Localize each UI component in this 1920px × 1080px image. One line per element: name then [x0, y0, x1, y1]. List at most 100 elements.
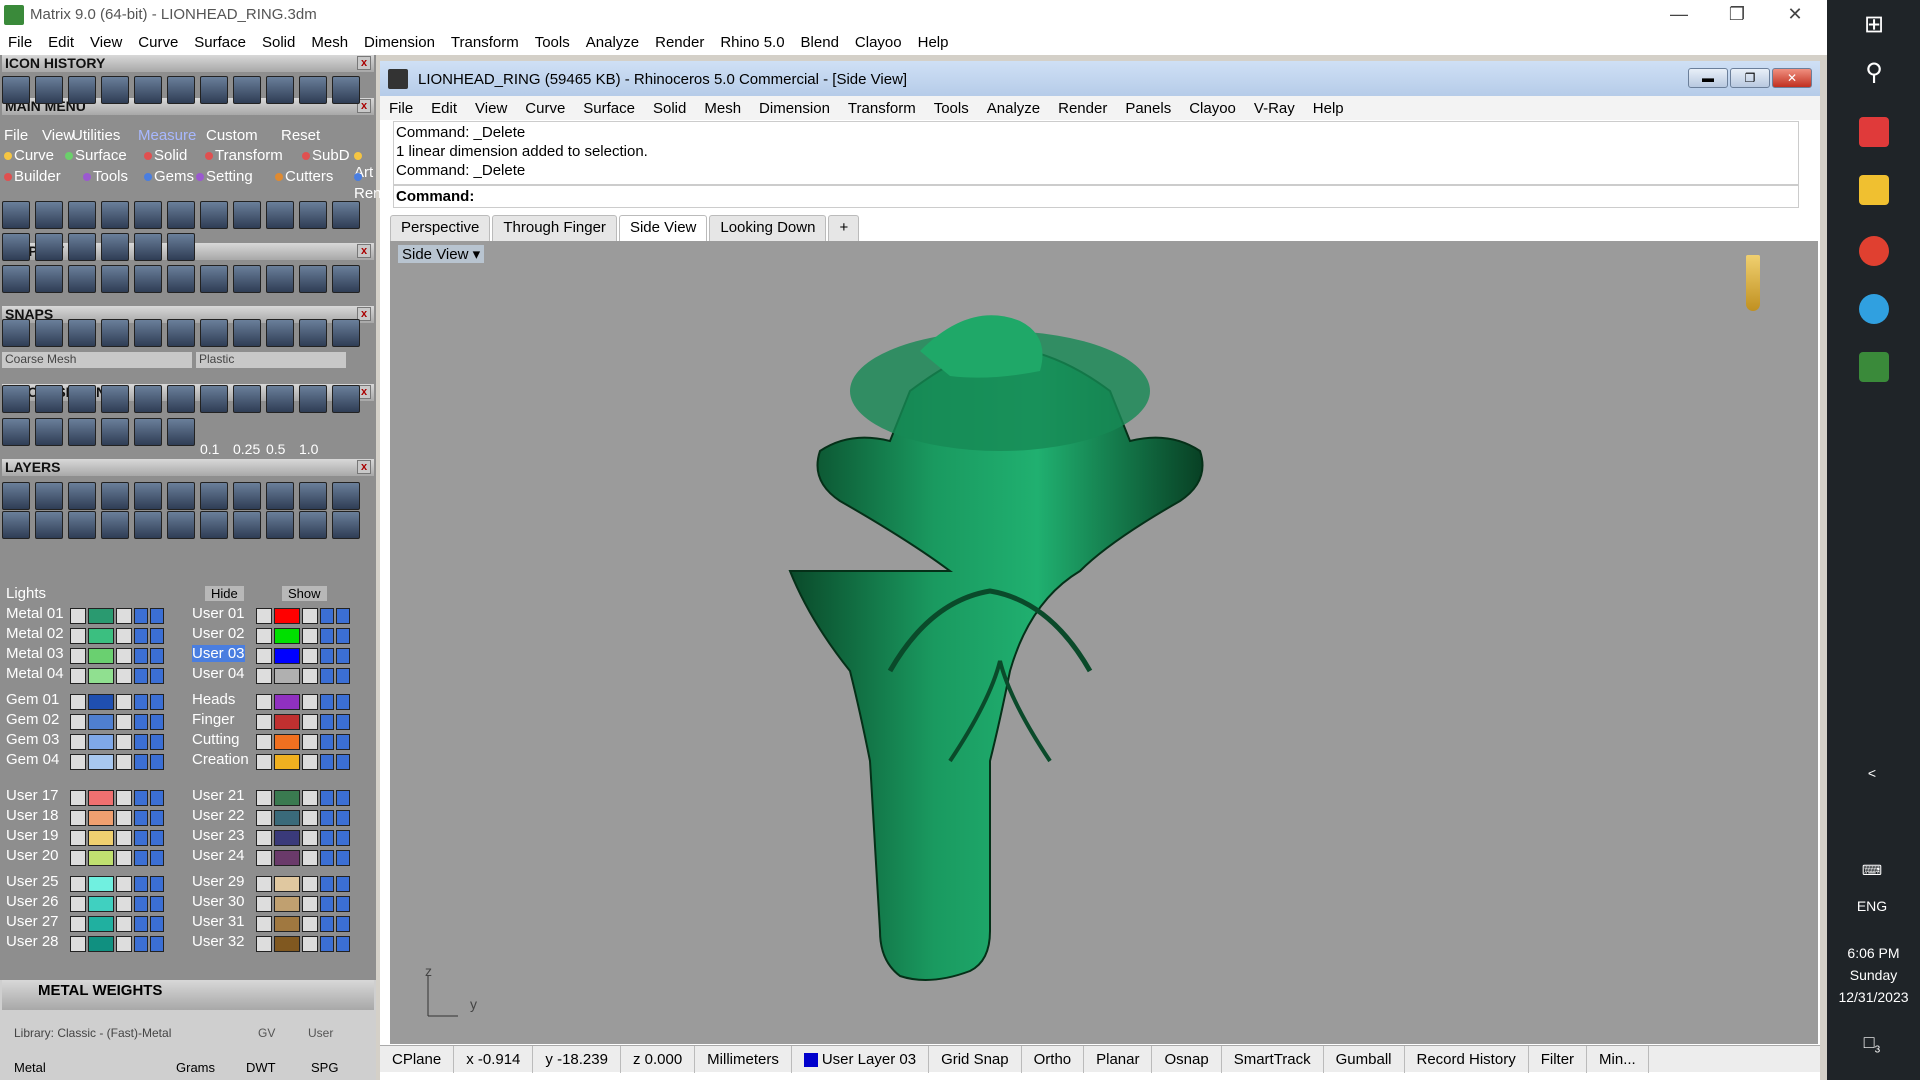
layer-controls[interactable] — [70, 694, 164, 710]
tool-icon[interactable] — [101, 418, 129, 446]
layer-metal-03[interactable]: Metal 03 — [6, 645, 64, 662]
close-icon[interactable]: x — [357, 56, 371, 70]
tool-icon[interactable] — [299, 385, 327, 413]
menu-blend[interactable]: Blend — [793, 34, 847, 51]
tool-icon[interactable] — [68, 482, 96, 510]
layer-color-swatch[interactable] — [274, 850, 300, 866]
rhino-menu-panels[interactable]: Panels — [1116, 100, 1180, 117]
menu-tools[interactable]: Tools — [527, 34, 578, 51]
layer-color-swatch[interactable] — [274, 668, 300, 684]
toggle-min[interactable]: Min... — [1587, 1045, 1649, 1073]
chrome-icon[interactable] — [1859, 236, 1889, 266]
tool-icon[interactable] — [167, 265, 195, 293]
rhino-menu-help[interactable]: Help — [1304, 100, 1353, 117]
lock-icon[interactable] — [116, 810, 132, 826]
viewport-side-view[interactable]: z y — [390, 241, 1818, 1044]
tool-icon[interactable] — [35, 511, 63, 539]
tool-icon[interactable] — [266, 265, 294, 293]
lock-icon[interactable] — [116, 734, 132, 750]
layer-user-21[interactable]: User 21 — [192, 787, 245, 804]
file-explorer-icon[interactable] — [1859, 175, 1889, 205]
tool-icon[interactable] — [233, 385, 261, 413]
layer-gem-03[interactable]: Gem 03 — [6, 731, 59, 748]
tool-icon[interactable] — [68, 76, 96, 104]
tool-icon[interactable] — [68, 233, 96, 261]
tool-icon[interactable] — [35, 201, 63, 229]
rotation-guide-icon[interactable] — [1746, 255, 1760, 311]
layer-controls[interactable] — [70, 936, 164, 952]
tool-icon[interactable] — [200, 511, 228, 539]
layer-controls[interactable] — [70, 648, 164, 664]
tool-icon[interactable] — [35, 233, 63, 261]
layer-controls[interactable] — [70, 668, 164, 684]
tool-icon[interactable] — [2, 511, 30, 539]
rhino-menu-surface[interactable]: Surface — [574, 100, 644, 117]
layer-controls[interactable] — [256, 916, 350, 932]
toggle-gumball[interactable]: Gumball — [1324, 1045, 1405, 1073]
tool-icon[interactable] — [101, 385, 129, 413]
layer-controls[interactable] — [70, 628, 164, 644]
main-menu-utilities[interactable]: Utilities — [72, 127, 120, 144]
search-icon[interactable]: ⚲ — [1859, 58, 1889, 88]
rhino-restore-button[interactable]: ❐ — [1730, 68, 1770, 88]
layer-color-swatch[interactable] — [88, 668, 114, 684]
tab-looking-down[interactable]: Looking Down — [709, 215, 827, 241]
lock-icon[interactable] — [116, 714, 132, 730]
tool-icon[interactable] — [68, 201, 96, 229]
layer-color-swatch[interactable] — [274, 694, 300, 710]
snap-value[interactable]: 0.25 — [233, 441, 260, 457]
tool-icon[interactable] — [167, 319, 195, 347]
layer-color-swatch[interactable] — [274, 790, 300, 806]
layer-color-swatch[interactable] — [88, 936, 114, 952]
lock-icon[interactable] — [302, 896, 318, 912]
tool-icon[interactable] — [134, 76, 162, 104]
lock-icon[interactable] — [116, 790, 132, 806]
layer-user-32[interactable]: User 32 — [192, 933, 245, 950]
layer-color-swatch[interactable] — [88, 694, 114, 710]
tool-icon[interactable] — [35, 319, 63, 347]
lock-icon[interactable] — [302, 790, 318, 806]
tool-icon[interactable] — [101, 233, 129, 261]
layer-user-01[interactable]: User 01 — [192, 605, 245, 622]
layer-color-swatch[interactable] — [88, 850, 114, 866]
rhino-menu-v-ray[interactable]: V-Ray — [1245, 100, 1304, 117]
tool-icon[interactable] — [101, 482, 129, 510]
layer-color-swatch[interactable] — [274, 734, 300, 750]
close-icon[interactable]: x — [357, 244, 371, 258]
lock-icon[interactable] — [116, 916, 132, 932]
tool-icon[interactable] — [200, 319, 228, 347]
layer-color-swatch[interactable] — [88, 810, 114, 826]
lock-icon[interactable] — [116, 876, 132, 892]
snap-value[interactable]: 0.5 — [266, 441, 285, 457]
rhino-menu-edit[interactable]: Edit — [422, 100, 466, 117]
layer-controls[interactable] — [256, 628, 350, 644]
layer-user-22[interactable]: User 22 — [192, 807, 245, 824]
tool-icon[interactable] — [134, 418, 162, 446]
category-transform[interactable]: Transform — [205, 147, 283, 164]
tool-icon[interactable] — [167, 482, 195, 510]
layer-metal-04[interactable]: Metal 04 — [6, 665, 64, 682]
main-menu-file[interactable]: File — [4, 127, 28, 144]
tool-icon[interactable] — [299, 265, 327, 293]
category-setting[interactable]: Setting — [196, 168, 253, 185]
tool-icon[interactable] — [200, 265, 228, 293]
close-button[interactable]: ✕ — [1766, 0, 1824, 29]
category-gems[interactable]: Gems — [144, 168, 194, 185]
show-button[interactable]: Show — [282, 586, 327, 601]
category-curve[interactable]: Curve — [4, 147, 54, 164]
lock-icon[interactable] — [116, 668, 132, 684]
tool-icon[interactable] — [134, 319, 162, 347]
layer-gem-01[interactable]: Gem 01 — [6, 691, 59, 708]
toggle-filter[interactable]: Filter — [1529, 1045, 1588, 1073]
layer-cutting[interactable]: Cutting — [192, 731, 240, 748]
hide-button[interactable]: Hide — [205, 586, 244, 601]
tool-icon[interactable] — [299, 511, 327, 539]
lock-icon[interactable] — [302, 936, 318, 952]
tool-icon[interactable] — [134, 265, 162, 293]
layer-controls[interactable] — [256, 608, 350, 624]
layer-gem-04[interactable]: Gem 04 — [6, 751, 59, 768]
layer-controls[interactable] — [70, 916, 164, 932]
material-select[interactable]: Plastic — [196, 352, 346, 368]
lock-icon[interactable] — [116, 896, 132, 912]
tool-icon[interactable] — [266, 482, 294, 510]
